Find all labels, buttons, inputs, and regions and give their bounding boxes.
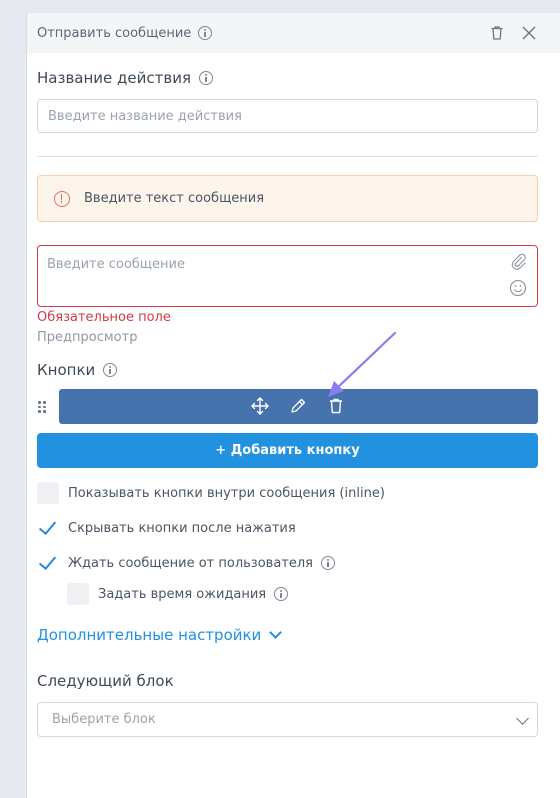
next-block-label: Следующий блок: [37, 672, 174, 690]
smile-icon[interactable]: [509, 279, 527, 297]
next-block-placeholder: Выберите блок: [52, 712, 156, 727]
edit-icon[interactable]: [289, 397, 307, 415]
info-icon[interactable]: [198, 71, 213, 85]
info-icon[interactable]: [274, 587, 289, 601]
option-wait-time[interactable]: Задать время ожидания: [67, 583, 289, 605]
message-textarea[interactable]: Введите сообщение: [37, 245, 538, 307]
required-field-error: Обязательное поле: [37, 310, 171, 325]
alert-circle-icon: [54, 190, 70, 207]
option-label: Скрывать кнопки после нажатия: [68, 520, 296, 536]
preview-link[interactable]: Предпросмотр: [37, 330, 137, 345]
checkbox[interactable]: [67, 583, 89, 605]
option-label: Ждать сообщение от пользователя: [68, 555, 313, 571]
warning-text: Введите текст сообщения: [84, 191, 265, 206]
advanced-settings-link[interactable]: Дополнительные настройки: [37, 626, 283, 644]
info-icon[interactable]: [103, 363, 118, 377]
option-inline-buttons[interactable]: Показывать кнопки внутри сообщения (inli…: [37, 482, 385, 504]
add-button-button[interactable]: + Добавить кнопку: [37, 433, 538, 468]
send-message-panel: Отправить сообщение Название действия Вв…: [26, 13, 560, 798]
trash-icon[interactable]: [489, 25, 505, 41]
panel-header: Отправить сообщение: [27, 13, 560, 53]
checkbox[interactable]: [37, 482, 59, 504]
annotation-arrow-icon: [328, 331, 397, 397]
option-hide-buttons[interactable]: Скрывать кнопки после нажатия: [37, 517, 296, 539]
action-name-label-text: Название действия: [37, 69, 191, 87]
buttons-label: Кнопки: [37, 361, 118, 379]
action-name-input[interactable]: Введите название действия: [37, 99, 538, 133]
chevron-down-icon: [269, 626, 283, 639]
action-name-placeholder: Введите название действия: [48, 108, 242, 124]
checkbox-checked[interactable]: [37, 552, 59, 574]
option-label: Задать время ожидания: [98, 586, 267, 602]
close-icon[interactable]: [521, 25, 537, 41]
top-strip: [26, 0, 560, 13]
advanced-settings-label: Дополнительные настройки: [37, 626, 262, 644]
panel-title: Отправить сообщение: [37, 25, 192, 41]
action-name-label: Название действия: [37, 69, 213, 87]
chevron-down-icon: [516, 712, 529, 725]
drag-handle-icon[interactable]: [38, 401, 48, 413]
paperclip-icon[interactable]: [509, 252, 527, 270]
option-label: Показывать кнопки внутри сообщения (inli…: [68, 485, 385, 501]
option-wait-message[interactable]: Ждать сообщение от пользователя: [37, 552, 335, 574]
divider: [37, 156, 538, 157]
next-block-select[interactable]: Выберите блок: [37, 702, 538, 737]
warning-banner: Введите текст сообщения: [37, 175, 538, 222]
info-icon[interactable]: [321, 556, 335, 570]
button-item-bar[interactable]: [59, 389, 538, 424]
add-button-label: + Добавить кнопку: [215, 443, 360, 458]
info-icon[interactable]: [198, 26, 213, 40]
message-placeholder: Введите сообщение: [47, 257, 185, 272]
move-icon[interactable]: [251, 397, 269, 415]
next-block-label-text: Следующий блок: [37, 672, 174, 690]
checkbox-checked[interactable]: [37, 517, 59, 539]
buttons-label-text: Кнопки: [37, 361, 96, 379]
